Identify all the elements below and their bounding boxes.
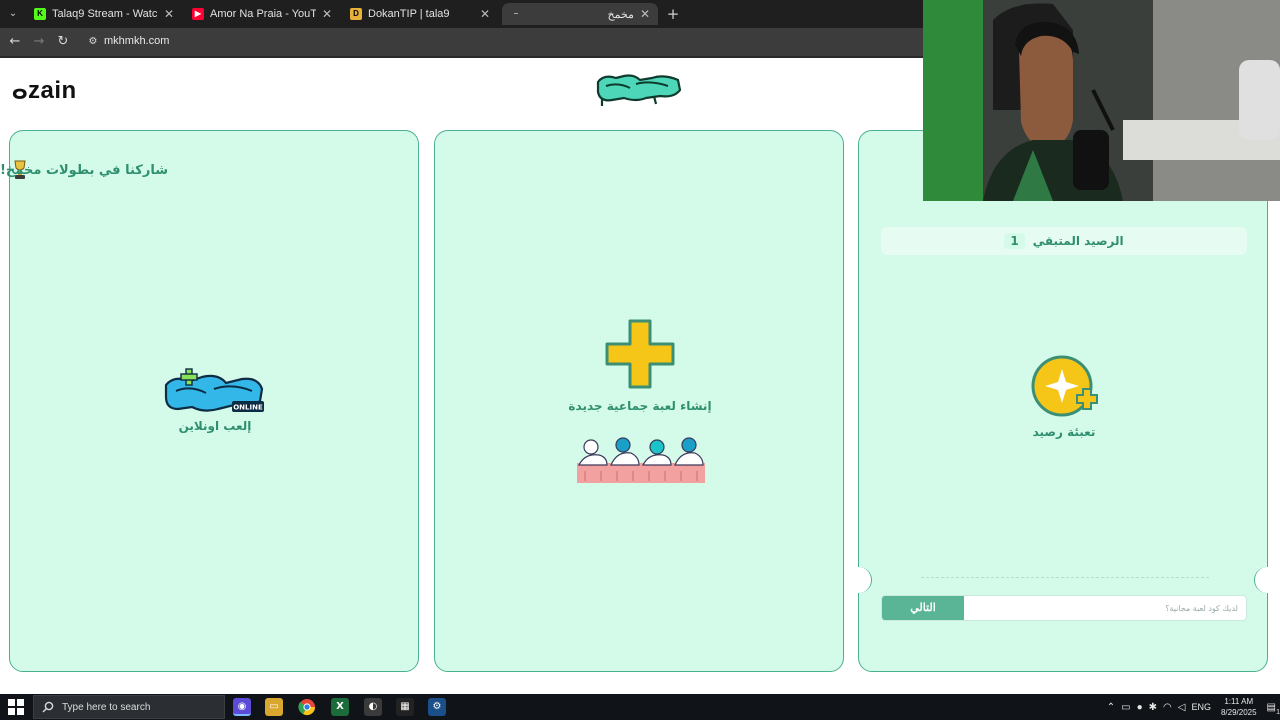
tab-close-icon[interactable]: ✕	[322, 7, 332, 21]
xbox-app-icon[interactable]: X	[331, 698, 349, 716]
taskbar-search-placeholder: Type here to search	[62, 701, 151, 713]
terminal-app-icon[interactable]: ▦	[396, 698, 414, 716]
clock-time: 1:11 AM	[1224, 697, 1254, 706]
plus-icon[interactable]	[605, 319, 675, 389]
remaining-balance-label: الرصيد المتبقي	[1032, 234, 1124, 248]
forward-arrow-icon[interactable]: →	[30, 33, 48, 51]
create-group-game-label[interactable]: إنشاء لعبة جماعية جديدة	[435, 399, 845, 413]
windows-start-icon[interactable]	[8, 699, 24, 715]
tournaments-title: شاركنا في بطولات مخمخ!	[0, 163, 168, 178]
tab-youtube[interactable]: ▶ Amor Na Praia - YouTube ✕	[184, 3, 340, 25]
tab-title: Talaq9 Stream - Watch Live on Kick	[52, 8, 158, 20]
clock-date: 8/29/2025	[1220, 708, 1257, 717]
next-button[interactable]: التالي	[882, 596, 964, 620]
webcam-overlay	[923, 0, 1280, 201]
remaining-balance-bar: الرصيد المتبقي 1	[881, 227, 1247, 255]
zain-logo[interactable]: ⴰzain	[12, 76, 77, 105]
online-play-logo[interactable]: ONLINE	[162, 367, 266, 423]
notifications-icon[interactable]: ▤ 1	[1267, 702, 1280, 716]
tab-title: DokanTIP | tala9	[368, 8, 450, 20]
tab-talaq9-kick[interactable]: K Talaq9 Stream - Watch Live on Kick ✕	[26, 3, 182, 25]
youtube-favicon-icon: ▶	[192, 8, 204, 20]
ticket-notch-left	[846, 567, 872, 593]
online-badge: ONLINE	[233, 404, 263, 412]
notification-count: 1	[1276, 708, 1280, 716]
system-tray: ⌃ ▭ ● ✱ ◠ ◁ ENG 1:11 AM 8/29/2025 ▤ 1	[1107, 694, 1280, 720]
dokantip-favicon-icon: D	[350, 8, 362, 20]
free-game-code-input[interactable]	[964, 596, 1246, 620]
obs-app-icon[interactable]: ◐	[364, 698, 382, 716]
new-tab-plus-icon[interactable]: +	[664, 5, 682, 23]
site-info-icon[interactable]: ⚙	[86, 35, 100, 49]
bluetooth-icon[interactable]: ✱	[1149, 702, 1157, 713]
windows-taskbar: Type here to search ◉ ▭ X ◐ ▦ ⚙ ⌃ ▭ ● ✱ …	[0, 694, 1280, 720]
new-group-game-card[interactable]: إنشاء لعبة جماعية جديدة	[434, 130, 844, 672]
tournaments-card[interactable]: شاركنا في بطولات مخمخ! ONLINE إلعب اونلا…	[0, 130, 420, 672]
play-online-label[interactable]: إلعب اونلاين	[10, 419, 420, 433]
balance-card: الرصيد المتبقي 1 تعبئة رصيد التالي	[846, 130, 1280, 672]
topup-star-icon[interactable]	[1031, 355, 1099, 421]
tab-title: Amor Na Praia - YouTube	[210, 8, 316, 20]
microphone-icon[interactable]: ●	[1137, 702, 1143, 713]
chevron-up-icon[interactable]: ⌃	[1107, 702, 1115, 713]
taskbar-clock[interactable]: 1:11 AM 8/29/2025	[1221, 696, 1257, 718]
speaker-icon[interactable]: ◁	[1178, 702, 1186, 713]
tab-title: مخمخ	[607, 8, 634, 21]
reload-icon[interactable]: ↻	[54, 33, 72, 51]
remaining-balance-value: 1	[1004, 233, 1025, 249]
topup-label[interactable]: تعبئة رصيد	[859, 425, 1269, 439]
ticket-notch-right	[1254, 567, 1280, 593]
chrome-icon[interactable]	[298, 698, 316, 716]
back-arrow-icon[interactable]: ←	[6, 33, 24, 51]
file-explorer-icon[interactable]: ▭	[265, 698, 283, 716]
free-game-code-form: التالي	[881, 595, 1247, 621]
tab-dokantip[interactable]: D DokanTIP | tala9 ✕	[342, 3, 498, 25]
wifi-icon[interactable]: ◠	[1163, 702, 1172, 713]
address-bar[interactable]: mkhmkh.com	[104, 35, 169, 47]
ticket-divider	[921, 577, 1209, 578]
taskbar-search-box[interactable]: Type here to search	[33, 695, 225, 719]
tab-mkhmkh[interactable]: – مخمخ ✕	[502, 3, 658, 25]
network-device-icon[interactable]: ▭	[1121, 702, 1130, 713]
tab-close-icon[interactable]: ✕	[480, 7, 490, 21]
tab-close-icon[interactable]: ✕	[164, 7, 174, 21]
steam-app-icon[interactable]: ⚙	[428, 698, 446, 716]
players-crowd-illustration	[577, 437, 705, 483]
mkhmkh-logo[interactable]	[594, 68, 684, 110]
language-indicator[interactable]: ENG	[1191, 702, 1211, 712]
search-icon	[42, 701, 54, 713]
tab-search-chevron-icon[interactable]: ⌄	[4, 5, 22, 23]
loading-favicon-icon: –	[513, 9, 519, 18]
kick-favicon-icon: K	[34, 8, 46, 20]
copilot-app-icon[interactable]: ◉	[233, 698, 251, 716]
tab-close-icon[interactable]: ✕	[640, 7, 650, 21]
